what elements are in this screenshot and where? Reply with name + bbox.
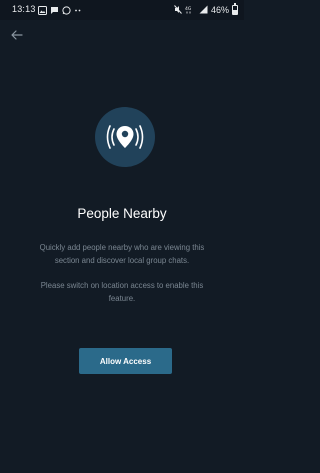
status-system-icons: 4G 46% <box>174 2 238 16</box>
status-bar: 13:13 4G 46% <box>0 0 244 20</box>
description-text: Quickly add people nearby who are viewin… <box>39 243 205 265</box>
battery-icon <box>232 2 238 15</box>
status-time: 13:13 <box>12 4 36 14</box>
allow-access-button[interactable]: Allow Access <box>79 348 172 374</box>
whatsapp-icon <box>62 5 71 15</box>
back-arrow-icon <box>11 30 23 40</box>
mute-icon <box>174 5 182 14</box>
back-button[interactable] <box>8 28 26 42</box>
location-pin-icon <box>106 125 144 149</box>
location-illustration <box>95 107 155 167</box>
more-dots-icon <box>75 9 81 11</box>
battery-percentage: 46% <box>210 4 229 15</box>
svg-text:4G: 4G <box>185 6 192 12</box>
network-icon: 4G <box>185 6 192 14</box>
page-title: People Nearby <box>77 206 167 221</box>
people-nearby-screen: 13:13 4G 46% People Nearby Quickly add p… <box>0 0 244 473</box>
signal-icon <box>199 5 208 14</box>
battery-level-fill <box>233 9 237 14</box>
message-icon <box>51 6 58 14</box>
image-icon <box>38 5 47 15</box>
location-hint-text: Please switch on location access to enab… <box>40 281 204 303</box>
status-notification-icons <box>38 4 82 16</box>
